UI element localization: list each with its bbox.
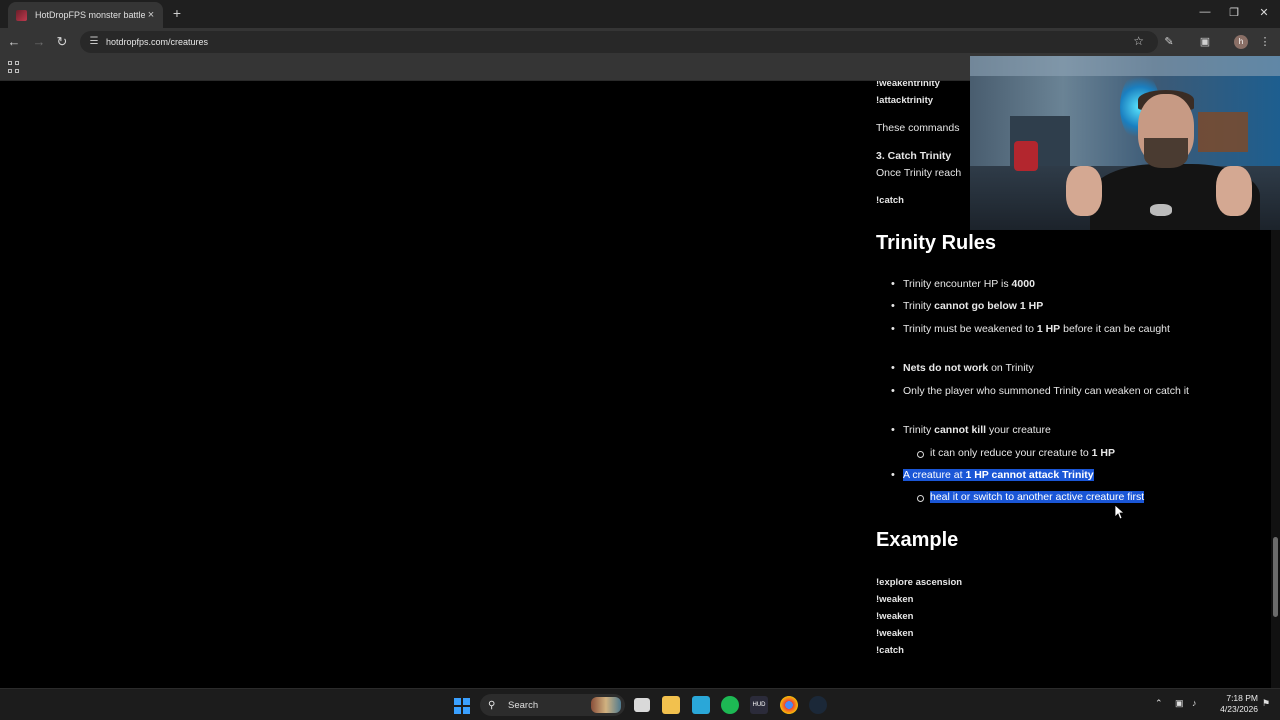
list-item: Trinity encounter HP is 4000 bbox=[891, 276, 1203, 293]
list-item: Trinity cannot kill your creature bbox=[891, 422, 1203, 439]
list-item: Nets do not work on Trinity bbox=[891, 360, 1203, 377]
chrome-icon[interactable] bbox=[780, 696, 798, 714]
browser-tab[interactable]: HotDropFPS monster battle sty × bbox=[8, 2, 163, 28]
command-catch: !catch bbox=[876, 195, 904, 206]
example-command: !weaken bbox=[876, 594, 914, 605]
commands-note: These commands bbox=[876, 122, 960, 134]
command-weakentrinity: !weakentrinity bbox=[876, 81, 940, 89]
clock-time: 7:18 PM bbox=[1226, 693, 1258, 703]
search-icon: ⚲ bbox=[488, 699, 496, 711]
restore-icon[interactable]: ❐ bbox=[1227, 6, 1241, 19]
spotify-icon[interactable] bbox=[721, 696, 739, 714]
command-attacktrinity: !attacktrinity bbox=[876, 95, 934, 106]
site-info-icon[interactable]: ☰ bbox=[88, 36, 100, 48]
selected-text: A creature at 1 HP cannot attack Trinity bbox=[903, 469, 1094, 481]
scrollbar-thumb[interactable] bbox=[1273, 537, 1278, 617]
notification-bell-icon[interactable]: ⚑ bbox=[1262, 698, 1270, 709]
task-view-icon[interactable] bbox=[634, 698, 650, 712]
search-label: Search bbox=[508, 699, 539, 711]
search-highlight-image bbox=[591, 697, 621, 713]
start-windows-icon[interactable] bbox=[454, 698, 470, 714]
profile-avatar[interactable]: h bbox=[1234, 35, 1248, 49]
example-heading: Example bbox=[876, 529, 959, 551]
example-command: !weaken bbox=[876, 611, 914, 622]
list-item: Only the player who summoned Trinity can… bbox=[891, 383, 1203, 400]
bookmark-star-icon[interactable]: ☆ bbox=[1133, 34, 1144, 48]
window-close-icon[interactable]: ✕ bbox=[1257, 6, 1271, 19]
step3-title: 3. Catch Trinity bbox=[876, 150, 952, 162]
site-favicon-icon bbox=[16, 9, 27, 21]
volume-icon[interactable]: ♪ bbox=[1192, 698, 1197, 708]
minimize-icon[interactable]: — bbox=[1198, 6, 1212, 18]
windows-taskbar: ⚲ Search HUD ⌃ ▣ ♪ 7:18 PM 4/23/2026 ⚑ bbox=[0, 688, 1280, 720]
example-command: !catch bbox=[876, 645, 904, 656]
list-subitem: it can only reduce your creature to 1 HP bbox=[917, 445, 1230, 462]
forward-arrow-icon[interactable]: → bbox=[31, 34, 47, 50]
url-text: hotdropfps.com/creatures bbox=[106, 37, 209, 47]
tab-close-icon[interactable]: × bbox=[145, 9, 157, 21]
step3-text: Once Trinity reach bbox=[876, 167, 962, 179]
apps-grid-icon[interactable] bbox=[8, 61, 20, 73]
browser-toolbar: ← → ↻ ☰ hotdropfps.com/creatures ☆ ✎ ▣ ⋮ bbox=[0, 28, 1280, 56]
back-arrow-icon[interactable]: ← bbox=[6, 34, 22, 50]
side-panel-icon[interactable]: ▣ bbox=[1197, 34, 1213, 50]
list-item: Trinity cannot go below 1 HP bbox=[891, 298, 1203, 315]
example-command: !weaken bbox=[876, 628, 914, 639]
rules-heading: Trinity Rules bbox=[876, 232, 997, 254]
address-bar[interactable]: ☰ hotdropfps.com/creatures ☆ bbox=[80, 31, 1158, 53]
taskbar-search[interactable]: ⚲ Search bbox=[480, 694, 625, 716]
tray-chevron-icon[interactable]: ⌃ bbox=[1155, 698, 1163, 709]
file-explorer-icon[interactable] bbox=[662, 696, 680, 714]
webcam-overlay bbox=[970, 56, 1280, 230]
tab-strip: HotDropFPS monster battle sty × + — ❐ ✕ bbox=[0, 0, 1280, 28]
notepad-icon[interactable] bbox=[692, 696, 710, 714]
extensions-icon[interactable]: ✎ bbox=[1161, 34, 1177, 50]
menu-kebab-icon[interactable]: ⋮ bbox=[1257, 34, 1273, 50]
reload-icon[interactable]: ↻ bbox=[54, 34, 70, 50]
network-icon[interactable]: ▣ bbox=[1175, 698, 1184, 709]
clock-date: 4/23/2026 bbox=[1220, 704, 1258, 714]
tab-title: HotDropFPS monster battle sty bbox=[35, 10, 145, 20]
list-item: Trinity must be weakened to 1 HP before … bbox=[891, 321, 1203, 338]
hudfx-icon[interactable]: HUD bbox=[750, 696, 768, 714]
system-clock[interactable]: 7:18 PM 4/23/2026 bbox=[1208, 693, 1258, 715]
list-subitem-selected[interactable]: heal it or switch to another active crea… bbox=[917, 489, 1230, 506]
steam-icon[interactable] bbox=[809, 696, 827, 714]
list-item-selected[interactable]: A creature at 1 HP cannot attack Trinity bbox=[891, 467, 1203, 484]
new-tab-button[interactable]: + bbox=[170, 5, 184, 21]
example-command: !explore ascension bbox=[876, 577, 963, 588]
selected-text: heal it or switch to another active crea… bbox=[930, 491, 1145, 503]
mouse-cursor-icon bbox=[1114, 504, 1126, 520]
